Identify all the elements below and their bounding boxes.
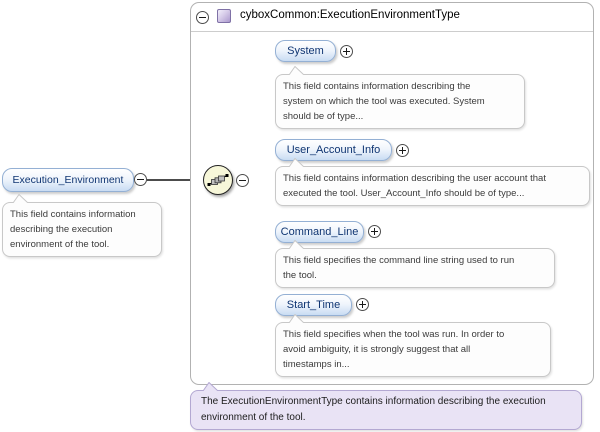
element-execution-environment[interactable]: Execution_Environment	[2, 168, 134, 192]
schema-diagram: cyboxCommon:ExecutionEnvironmentType Exe…	[0, 0, 600, 432]
callout-pointer	[288, 314, 305, 323]
expand-command-line-icon[interactable]	[368, 225, 381, 238]
expand-user-account-info-icon[interactable]	[396, 144, 409, 157]
annotation-system: This field contains information describi…	[275, 74, 525, 129]
callout-pointer	[202, 382, 219, 391]
complex-type-icon	[217, 9, 231, 23]
collapse-element-icon[interactable]	[134, 173, 147, 186]
annotation-command-line: This field specifies the command line st…	[275, 248, 555, 288]
annotation-type: The ExecutionEnvironmentType contains in…	[190, 390, 582, 430]
callout-pointer	[288, 240, 305, 249]
annotation-start-time: This field specifies when the tool was r…	[275, 322, 551, 377]
element-start-time[interactable]: Start_Time	[275, 294, 352, 316]
sequence-glyph	[207, 171, 229, 189]
element-system[interactable]: System	[275, 40, 336, 62]
callout-pointer	[288, 66, 305, 75]
collapse-type-icon[interactable]	[196, 11, 209, 24]
collapse-sequence-icon[interactable]	[236, 174, 249, 187]
annotation-execution-environment: This field contains information describi…	[2, 202, 162, 257]
type-title: cyboxCommon:ExecutionEnvironmentType	[240, 9, 460, 21]
callout-pointer	[288, 158, 305, 167]
sequence-compositor-icon[interactable]	[203, 165, 233, 195]
expand-start-time-icon[interactable]	[356, 298, 369, 311]
expand-system-icon[interactable]	[340, 45, 353, 58]
annotation-user-account-info: This field contains information describi…	[275, 166, 590, 206]
callout-pointer	[12, 194, 29, 203]
